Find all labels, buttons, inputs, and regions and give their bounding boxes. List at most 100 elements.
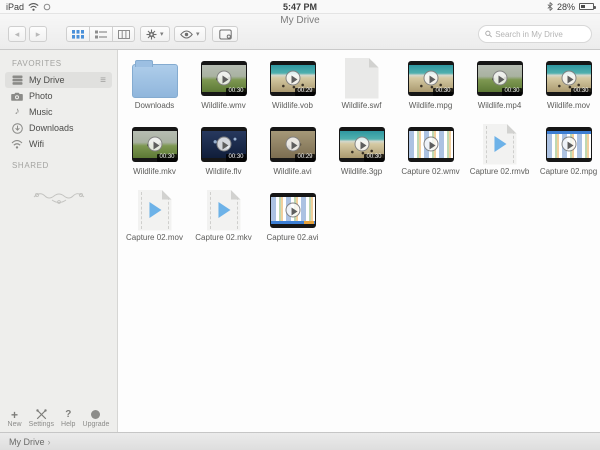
new-button[interactable]: +New (8, 409, 22, 428)
list-view-button[interactable] (89, 26, 112, 42)
file-item[interactable]: 00:30Wildlife.mov (534, 57, 600, 123)
footer-button-label: Upgrade (83, 421, 110, 428)
bluetooth-icon (547, 2, 553, 11)
duration-badge: 00:30 (502, 88, 521, 96)
sidebar-item-label: Photo (29, 91, 53, 101)
file-item[interactable]: Capture 02.avi (258, 189, 327, 255)
file-name: Wildlife.vob (272, 101, 313, 110)
clock: 5:47 PM (283, 2, 317, 12)
reorder-handle-icon[interactable]: ≡ (100, 75, 106, 86)
file-name: Capture 02.mov (126, 233, 183, 242)
file-item[interactable]: 00:29 Wildlife.vob (258, 57, 327, 123)
music-icon: ♪ (11, 107, 23, 117)
file-browser: Downloads00:30Wildlife.wmv 00:29 Wildlife.… (119, 50, 600, 432)
duration-badge: 00:30 (571, 88, 590, 96)
play-icon (492, 71, 507, 86)
search-icon (485, 30, 492, 38)
file-item[interactable]: 00:30 Wildlife.mkv (120, 123, 189, 189)
sidebar-item-label: My Drive (29, 75, 65, 85)
file-item[interactable]: Capture 02.mov (120, 189, 189, 255)
folder-icon (132, 64, 178, 98)
camera-icon (11, 92, 23, 101)
file-item[interactable]: Capture 02.mkv (189, 189, 258, 255)
settings-button[interactable]: Settings (29, 409, 54, 428)
play-icon (285, 137, 300, 152)
duration-badge: 00:30 (433, 88, 452, 96)
sidebar-item-label: Music (29, 107, 53, 117)
sidebar-item-my-drive[interactable]: My Drive ≡ (5, 72, 112, 88)
file-name: Capture 02.mpg (540, 167, 597, 176)
file-item[interactable]: 00:30Wildlife.wmv (189, 57, 258, 123)
play-icon (149, 202, 161, 218)
sidebar-item-downloads[interactable]: Downloads (5, 120, 112, 136)
file-name: Capture 02.rmvb (470, 167, 530, 176)
sidebar-item-label: Wifi (29, 139, 44, 149)
battery-percent: 28% (557, 2, 575, 12)
video-thumbnail: 00:30 (408, 61, 454, 96)
duration-badge: 00:29 (295, 154, 314, 162)
sidebar-item-wifi[interactable]: Wifi (5, 136, 112, 152)
actions-dropdown-button[interactable]: ▾ (140, 26, 170, 42)
file-item[interactable]: Downloads (120, 57, 189, 123)
video-file-icon (138, 190, 172, 231)
file-item[interactable]: Capture 02.wmv (396, 123, 465, 189)
battery-icon (579, 3, 594, 10)
sync-icon (43, 3, 51, 11)
file-item[interactable]: 00:30Wildlife.mpg (396, 57, 465, 123)
forward-button[interactable]: ▸ (29, 26, 47, 42)
duration-badge: 00:30 (364, 154, 383, 162)
file-item[interactable]: Capture 02.mpg (534, 123, 600, 189)
file-item[interactable]: 00:30Wildlife.mp4 (465, 57, 534, 123)
video-file-icon (207, 190, 241, 231)
file-item[interactable]: 00:30Wildlife.flv (189, 123, 258, 189)
file-name: Wildlife.mkv (133, 167, 176, 176)
status-bar: iPad 5:47 PM 28% (0, 0, 600, 14)
file-name: Wildlife.avi (273, 167, 311, 176)
breadcrumb[interactable]: My Drive (9, 437, 45, 447)
play-icon (561, 137, 576, 152)
visibility-dropdown-button[interactable]: ▾ (174, 26, 206, 42)
file-item[interactable]: 00:29 Wildlife.avi (258, 123, 327, 189)
play-icon (216, 71, 231, 86)
grid-view-button[interactable] (66, 26, 89, 42)
back-button[interactable]: ◂ (8, 26, 26, 42)
gear-icon (146, 29, 157, 40)
file-item[interactable]: Wildlife.swf (327, 57, 396, 123)
device-label: iPad (6, 2, 24, 12)
flourish-ornament (0, 188, 117, 211)
duration-badge: 00:30 (157, 154, 176, 162)
play-icon (218, 202, 230, 218)
play-icon (285, 71, 300, 86)
play-icon (147, 137, 162, 152)
video-thumbnail: 00:29 (270, 61, 316, 96)
sidebar-item-music[interactable]: ♪ Music (5, 104, 112, 120)
breadcrumb-bar: My Drive › (0, 432, 600, 450)
new-folder-icon (219, 29, 232, 40)
file-item[interactable]: Capture 02.rmvb (465, 123, 534, 189)
eye-icon (180, 30, 193, 39)
tools-icon (36, 409, 47, 420)
new-folder-button[interactable] (212, 26, 238, 42)
column-view-button[interactable] (112, 26, 135, 42)
video-thumbnail (408, 127, 454, 162)
play-icon (423, 137, 438, 152)
search-input[interactable] (495, 30, 585, 39)
document-icon (345, 58, 379, 99)
duration-badge: 00:30 (226, 154, 245, 162)
play-icon (423, 71, 438, 86)
file-name: Capture 02.wmv (401, 167, 459, 176)
plus-icon: + (11, 409, 18, 420)
file-item[interactable]: 00:30Wildlife.3gp (327, 123, 396, 189)
upgrade-button[interactable]: Upgrade (83, 409, 110, 428)
app-window: iPad 5:47 PM 28% My Drive ◂ ▸ (0, 0, 600, 450)
page-fold (369, 58, 379, 68)
list-view-icon (95, 30, 107, 39)
help-button[interactable]: ?Help (61, 409, 75, 428)
chevron-down-icon: ▾ (160, 30, 164, 38)
upgrade-dot-icon (91, 409, 100, 420)
sidebar-item-photo[interactable]: Photo (5, 88, 112, 104)
wifi-status-icon (28, 3, 39, 11)
nav-buttons: ◂ ▸ (8, 26, 47, 42)
footer-button-label: Settings (29, 421, 54, 428)
wifi-icon (11, 140, 23, 149)
